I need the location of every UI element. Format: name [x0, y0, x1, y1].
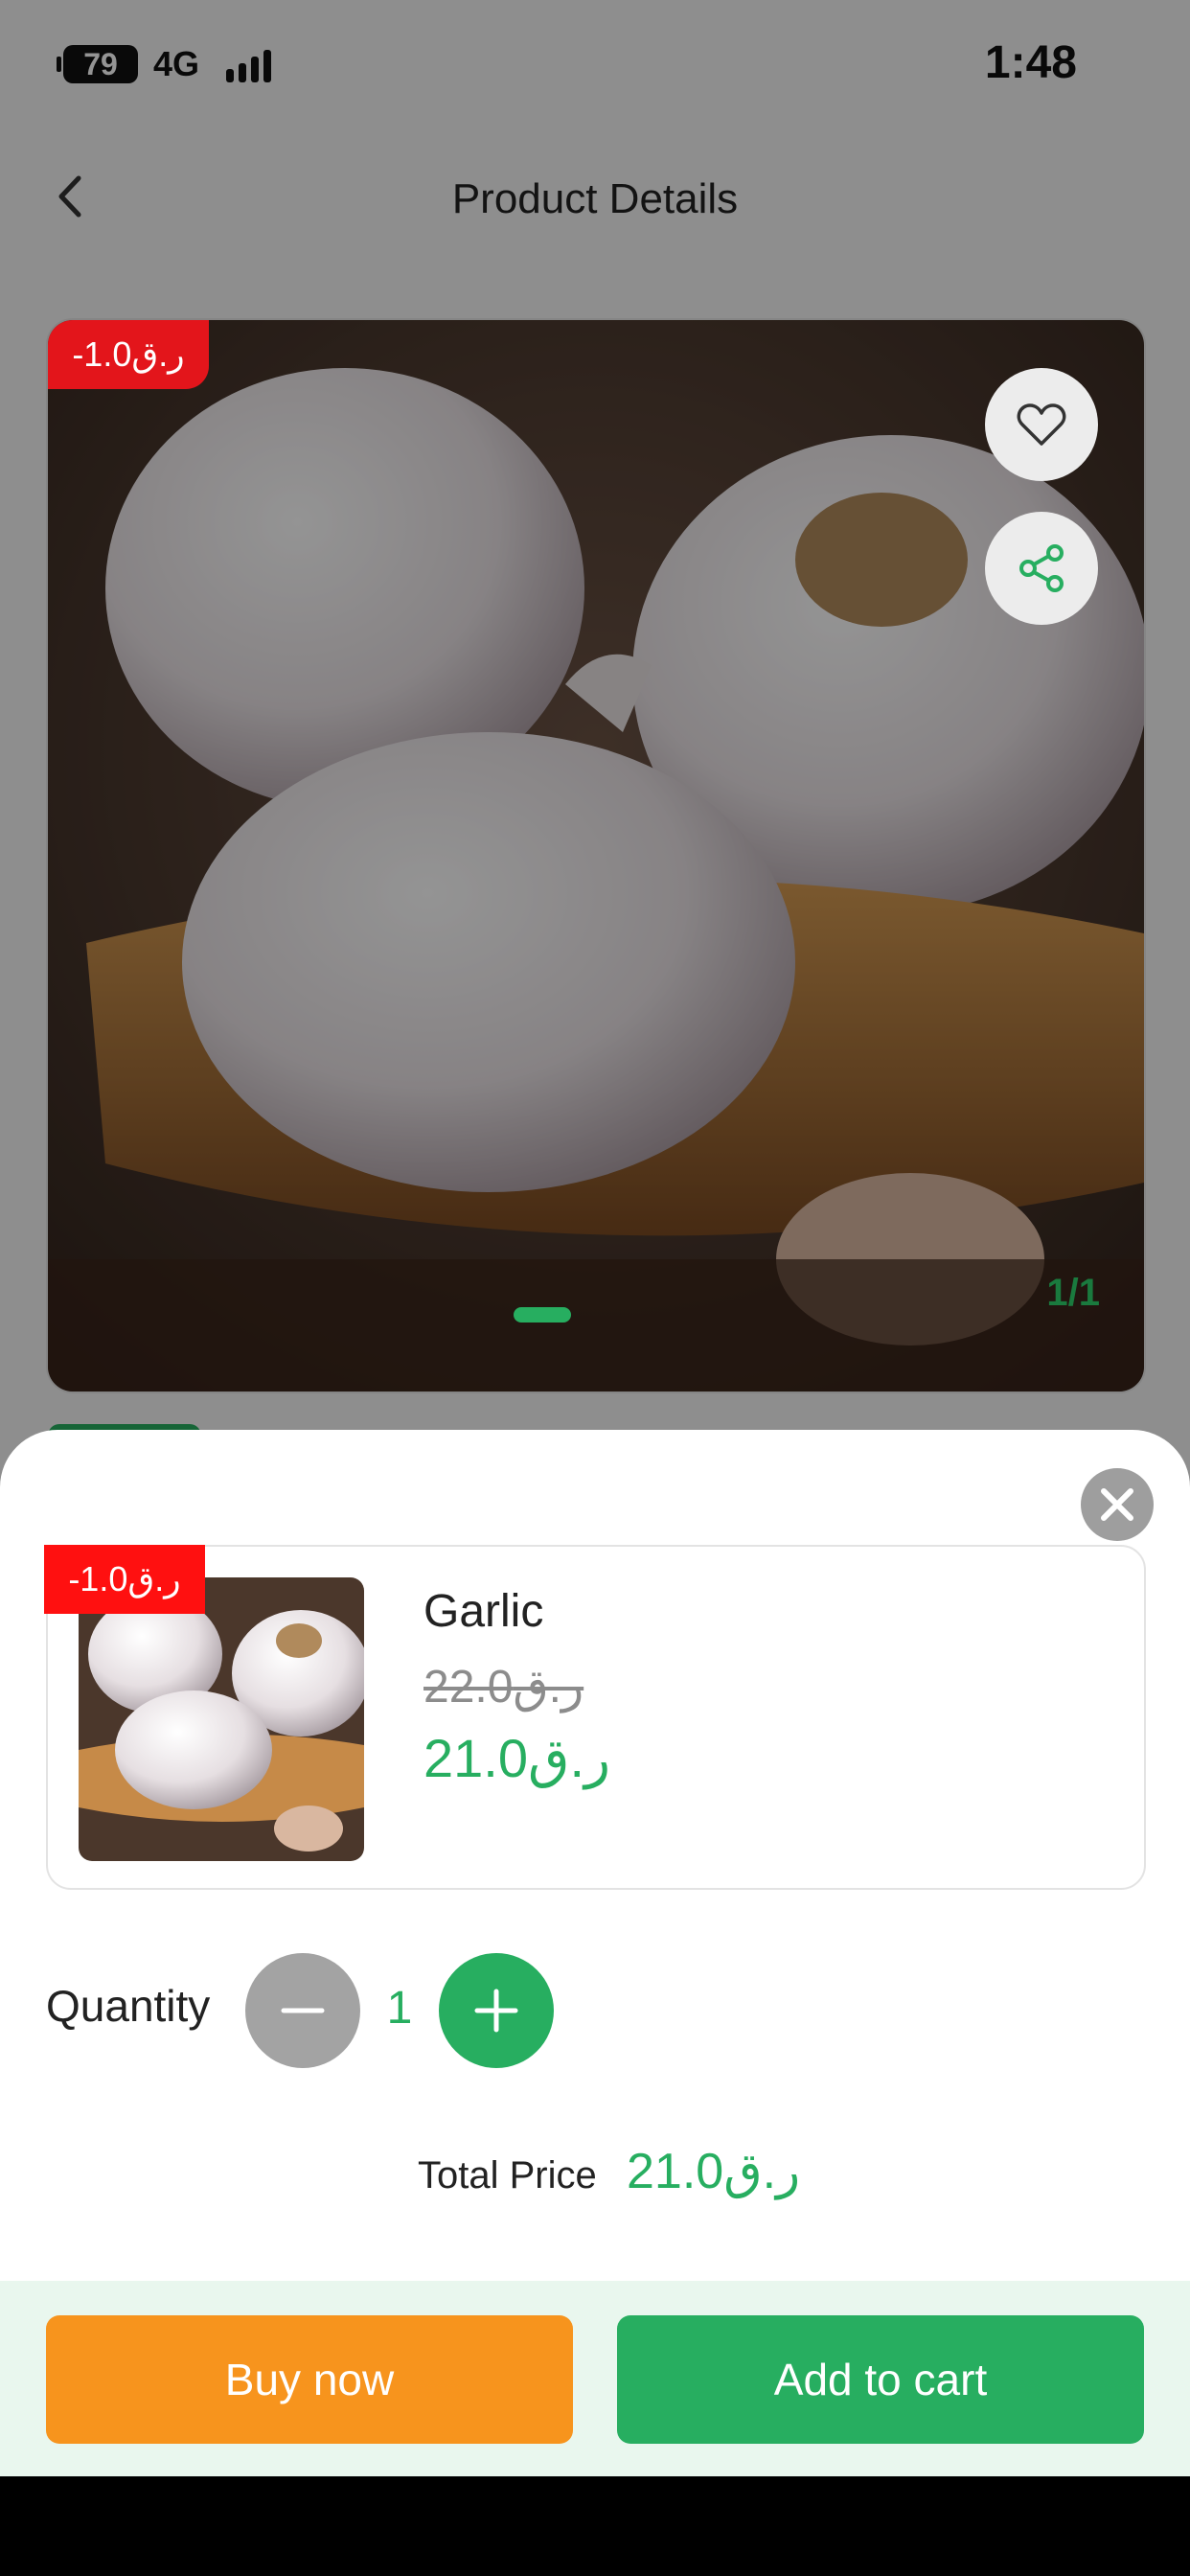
action-bar: Buy now Add to cart	[0, 2281, 1190, 2476]
total-price-label: Total Price	[418, 2154, 597, 2196]
close-icon	[1101, 1488, 1133, 1521]
quantity-value: 1	[386, 1983, 413, 2034]
share-button[interactable]	[985, 512, 1098, 625]
heart-icon	[1017, 403, 1066, 446]
buy-now-button[interactable]: Buy now	[46, 2315, 573, 2444]
product-details-page: 79 4G 1:48 Product Details -1.0ر.ق 1/1 -…	[0, 0, 1190, 2476]
add-to-cart-sheet: -1.0ر.ق Garlic 22.0ر.ق 21.0ر.ق Quantity …	[0, 1430, 1190, 2476]
discount-badge: -1.0ر.ق	[44, 1545, 205, 1614]
original-price: 22.0ر.ق	[423, 1662, 584, 1713]
plus-icon	[474, 1989, 518, 2033]
product-summary-card: -1.0ر.ق Garlic 22.0ر.ق 21.0ر.ق	[44, 1545, 1146, 1890]
minus-icon	[281, 2008, 325, 2013]
close-button[interactable]	[1081, 1468, 1154, 1541]
carousel-indicator	[514, 1307, 571, 1322]
product-name: Garlic	[423, 1586, 544, 1637]
increase-quantity-button[interactable]	[439, 1953, 554, 2068]
product-thumbnail	[79, 1577, 364, 1861]
discounted-price: 21.0ر.ق	[423, 1728, 611, 1788]
total-price-value: 21.0ر.ق	[627, 2144, 801, 2199]
quantity-label: Quantity	[46, 1981, 211, 2031]
image-counter: 1/1	[1046, 1272, 1100, 1314]
share-icon	[1019, 544, 1064, 592]
add-to-cart-button[interactable]: Add to cart	[617, 2315, 1144, 2444]
decrease-quantity-button[interactable]	[245, 1953, 360, 2068]
favorite-button[interactable]	[985, 368, 1098, 481]
discount-badge: -1.0ر.ق	[48, 320, 209, 389]
